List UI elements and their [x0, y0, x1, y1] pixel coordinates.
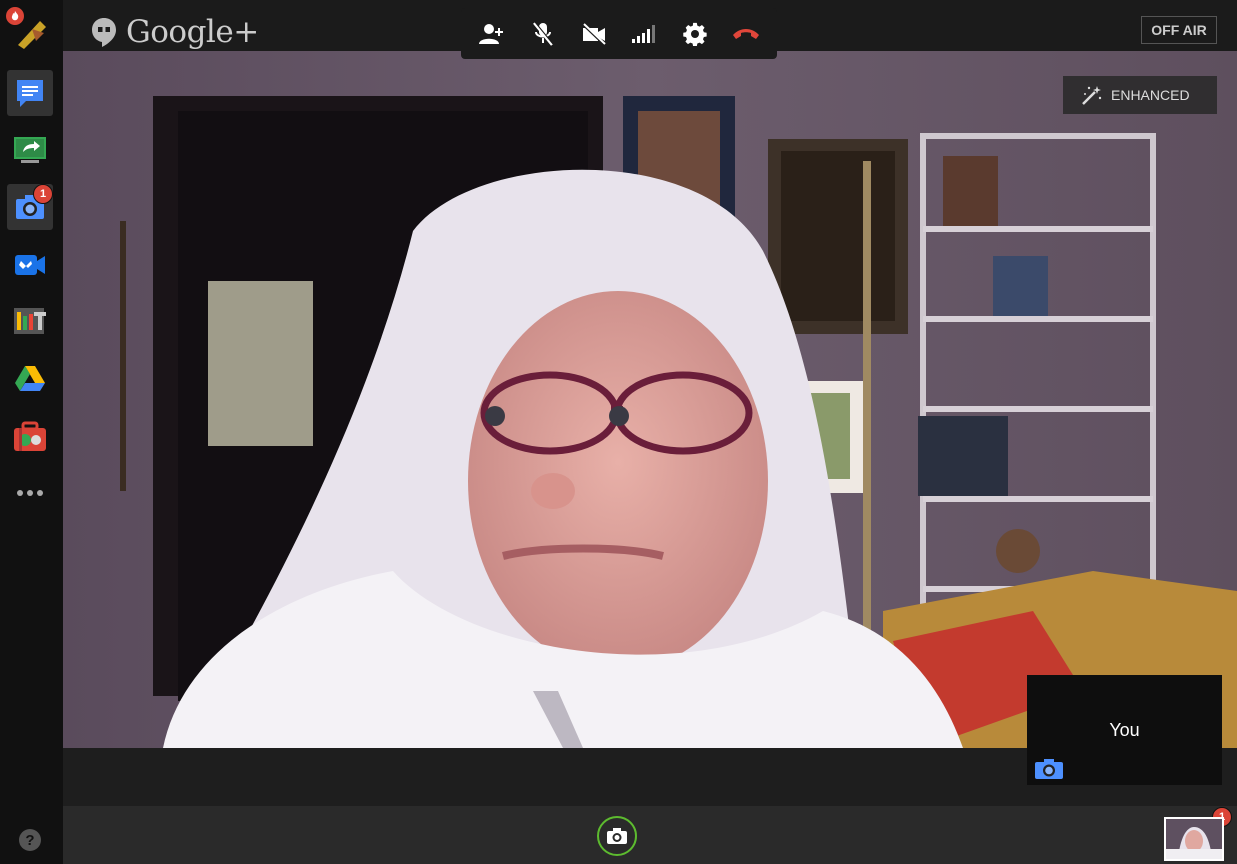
- toolbox-icon: [14, 421, 46, 451]
- call-toolbar: [461, 8, 777, 59]
- sidebar-item-screenshare[interactable]: [7, 127, 53, 173]
- snapshot-button[interactable]: [597, 816, 637, 856]
- turn-off-camera-button[interactable]: [574, 14, 614, 54]
- gear-icon: [683, 22, 707, 46]
- screenshare-icon: [14, 137, 46, 163]
- hangout-fire-badge: [5, 6, 25, 26]
- mute-microphone-button[interactable]: [523, 14, 563, 54]
- sidebar-item-capture[interactable]: 1: [7, 184, 53, 230]
- bandwidth-button[interactable]: [624, 14, 664, 54]
- more-apps-icon: [17, 490, 43, 496]
- settings-button[interactable]: [675, 14, 715, 54]
- help-button[interactable]: ?: [19, 829, 41, 851]
- remote-desktop-icon: [15, 255, 45, 275]
- participant-thumbnail[interactable]: [1164, 817, 1224, 861]
- control-room-icon: [14, 308, 46, 334]
- camera-off-icon: [581, 22, 606, 45]
- app-logo: Google+: [90, 14, 259, 50]
- invite-people-button[interactable]: [472, 14, 512, 54]
- capture-badge: 1: [33, 184, 53, 204]
- hangout-app-button[interactable]: [5, 6, 53, 54]
- add-person-icon: [479, 23, 504, 44]
- chat-icon: [17, 80, 43, 107]
- sidebar-item-control-room[interactable]: [7, 298, 53, 344]
- footer-bar: [63, 806, 1237, 864]
- sidebar-item-drive[interactable]: [7, 355, 53, 401]
- main-video-feed: [63, 51, 1237, 748]
- broadcast-status-button[interactable]: OFF AIR: [1141, 16, 1217, 44]
- signal-strength-icon: [632, 24, 656, 43]
- enhanced-video-toggle[interactable]: ENHANCED: [1063, 76, 1217, 114]
- microphone-off-icon: [533, 21, 554, 46]
- camera-icon: [607, 828, 627, 844]
- exit-call-button[interactable]: [726, 14, 766, 54]
- enhanced-label: ENHANCED: [1111, 87, 1190, 103]
- google-drive-icon: [15, 366, 45, 391]
- participant-thumbnail-image: [1166, 819, 1222, 859]
- app-title: Google+: [126, 14, 259, 50]
- self-view-label: You: [1109, 720, 1140, 740]
- hangouts-quote-icon: [92, 18, 116, 47]
- self-view-tile[interactable]: You: [1027, 675, 1222, 785]
- magic-wand-icon: [1082, 86, 1102, 105]
- hang-up-icon: [732, 28, 759, 39]
- sidebar-item-chat[interactable]: [7, 70, 53, 116]
- app-sidebar: 1 ?: [0, 0, 63, 864]
- participant-video-image: [63, 51, 1237, 748]
- fire-icon: [11, 11, 19, 21]
- sidebar-item-more[interactable]: [7, 470, 53, 516]
- sidebar-item-remote-desktop[interactable]: [7, 242, 53, 288]
- sidebar-item-toolbox[interactable]: [7, 414, 53, 460]
- capture-camera-icon: [1035, 759, 1063, 779]
